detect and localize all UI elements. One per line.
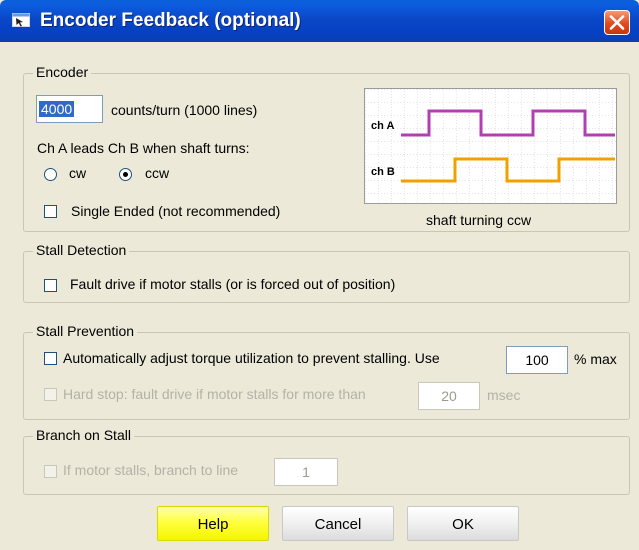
title-bar[interactable]: Encoder Feedback (optional) [0,0,639,42]
counts-per-turn-input[interactable]: 4000 [36,95,103,123]
ch-b-label: ch B [371,166,395,178]
window-icon [12,13,30,27]
cw-radio-label[interactable]: cw [69,165,86,181]
counts-per-turn-label: counts/turn (1000 lines) [111,102,258,118]
stall-prevention-group-label: Stall Prevention [33,323,138,339]
lead-direction-label: Ch A leads Ch B when shaft turns: [37,140,250,156]
window-title: Encoder Feedback (optional) [40,10,301,31]
cancel-button[interactable]: Cancel [282,506,394,541]
counts-per-turn-value: 4000 [39,101,75,117]
quadrature-diagram: ch A ch B [364,88,617,204]
branch-on-stall-group-label: Branch on Stall [33,427,134,443]
ch-a-label: ch A [371,120,394,132]
encoder-feedback-dialog: Encoder Feedback (optional) Encoder 4000… [0,0,639,550]
auto-torque-checkbox[interactable] [44,352,57,365]
hard-stop-label: Hard stop: fault drive if motor stalls f… [63,386,366,402]
fault-on-stall-checkbox[interactable] [44,279,57,292]
hard-stop-checkbox[interactable] [44,388,57,401]
max-percent-input[interactable]: 100 [506,346,568,374]
ccw-radio[interactable] [119,168,132,181]
help-button[interactable]: Help [157,506,269,541]
cw-radio[interactable] [44,168,57,181]
ccw-radio-dot [123,172,128,177]
diagram-caption: shaft turning ccw [426,212,532,228]
stall-detection-group-label: Stall Detection [33,242,130,258]
hard-stop-msec-unit: msec [487,387,521,403]
close-button[interactable] [604,10,630,35]
max-percent-unit: % max [574,351,617,367]
fault-on-stall-label[interactable]: Fault drive if motor stalls (or is force… [70,276,395,292]
auto-torque-label[interactable]: Automatically adjust torque utilization … [63,350,440,366]
hard-stop-msec-input[interactable]: 20 [418,382,480,410]
single-ended-checkbox[interactable] [44,205,57,218]
ok-button[interactable]: OK [407,506,519,541]
branch-on-stall-checkbox[interactable] [44,465,57,478]
quadrature-diagram-svg: ch A ch B [365,89,616,203]
single-ended-label[interactable]: Single Ended (not recommended) [71,203,280,219]
branch-line-input[interactable]: 1 [274,458,338,486]
encoder-group-label: Encoder [33,64,92,80]
branch-on-stall-label: If motor stalls, branch to line [63,462,239,478]
ccw-radio-label[interactable]: ccw [145,165,169,181]
